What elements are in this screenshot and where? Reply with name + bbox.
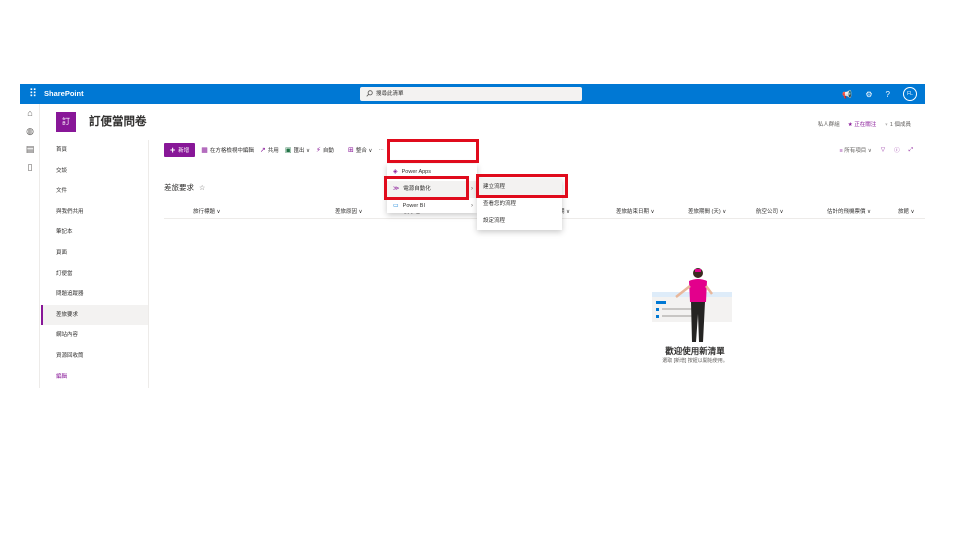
export-button[interactable]: ▣ 匯出 ∨ [285, 146, 310, 154]
highlight-integrate [387, 139, 479, 163]
chevron-right-icon: › [471, 203, 473, 209]
menu-item-see-your-flows[interactable]: 查看您的流程 [477, 196, 562, 213]
share-icon: ↗ [259, 147, 266, 154]
left-navigation: 首頁 交談 文件 與我們共用 筆記本 頁面 訂便當 問題追蹤器 差旅要求 網站內… [41, 140, 149, 388]
empty-state-title: 歡迎使用新清單 [665, 346, 725, 356]
power-apps-icon: ◈ [393, 169, 398, 175]
filter-icon[interactable]: ▽ [881, 147, 885, 153]
list-title-block: 差旅要求 ☆ [164, 182, 205, 193]
power-bi-icon: ▭ [393, 203, 399, 209]
members-button[interactable]: ♀ 1 個成員 [884, 120, 911, 128]
menu-item-configure-flows[interactable]: 設定流程 [477, 213, 562, 230]
home-icon[interactable]: ⌂ [20, 104, 40, 122]
power-apps-label: Power Apps [401, 169, 431, 175]
grid-icon: ▦ [201, 147, 208, 154]
chevron-right-icon: › [471, 186, 473, 192]
avatar[interactable]: FL [903, 87, 917, 101]
app-launcher-icon[interactable]: ⠿ [26, 87, 40, 101]
suite-bar: ⠿ SharePoint 搜尋此清單 📢 ⚙ ? FL [20, 84, 925, 104]
help-icon[interactable]: ? [886, 90, 890, 99]
globe-icon[interactable]: ◍ [20, 122, 40, 140]
integrate-button[interactable]: ⊞ 整合 ∨ [348, 146, 372, 154]
automate-button[interactable]: ⚡ 自動 [316, 146, 334, 154]
col-travel-reason[interactable]: 差旅原因 ∨ [335, 207, 363, 215]
search-box[interactable]: 搜尋此清單 [360, 87, 582, 101]
col-end-date[interactable]: 差旅結束日期 ∨ [616, 207, 655, 215]
nav-item-home[interactable]: 首頁 [41, 140, 148, 161]
grid-edit-label: 在方格檢視中編輯 [209, 148, 254, 154]
grid-edit-button[interactable]: ▦ 在方格檢視中編輯 [201, 146, 254, 154]
search-icon [366, 90, 373, 97]
megaphone-icon[interactable]: 📢 [842, 90, 852, 99]
nav-item-notebook[interactable]: 筆記本 [41, 222, 148, 243]
settings-icon[interactable]: ⚙ [865, 90, 872, 99]
highlight-create-flow [476, 174, 568, 198]
view-label: 所有項目 ∨ [844, 148, 872, 154]
site-tools: 私人群組 ★ 正在關注 ♀ 1 個成員 [818, 120, 911, 128]
document-icon[interactable]: ▯ [20, 158, 40, 176]
command-bar-right: ≡ 所有項目 ∨ ▽ ⓘ ⤢ [840, 146, 913, 155]
site-title[interactable]: 訂便當問卷 [89, 114, 147, 130]
nav-item-documents[interactable]: 文件 [41, 181, 148, 202]
col-airline[interactable]: 航空公司 ∨ [756, 207, 784, 215]
menu-item-power-bi[interactable]: ▭ Power BI › [387, 198, 477, 215]
col-hotel[interactable]: 旅館 ∨ [898, 207, 915, 215]
more-button[interactable]: ··· [378, 147, 384, 153]
list-title: 差旅要求 [164, 183, 194, 192]
nav-item-shared-with-us[interactable]: 與我們共用 [41, 202, 148, 223]
nav-item-conversations[interactable]: 交談 [41, 161, 148, 182]
favorite-star-icon[interactable]: ☆ [199, 185, 205, 192]
empty-list-illustration [652, 268, 732, 342]
nav-item-lunch-orders[interactable]: 訂便當 [41, 264, 148, 285]
nav-item-issue-tracker[interactable]: 問題追蹤器 [41, 284, 148, 305]
nav-item-travel-requests[interactable]: 差旅要求 [41, 304, 148, 326]
news-icon[interactable]: ▤ [20, 140, 40, 158]
share-button[interactable]: ↗ 共用 [260, 146, 279, 154]
expand-icon[interactable]: ⤢ [909, 147, 913, 154]
group-privacy: 私人群組 [817, 122, 840, 128]
new-button[interactable]: + 新增 [164, 143, 196, 157]
app-name[interactable]: SharePoint [44, 88, 84, 100]
integrate-icon: ⊞ [347, 147, 354, 154]
excel-icon: ▣ [284, 147, 292, 154]
nav-item-pages[interactable]: 頁面 [41, 243, 148, 264]
nav-edit-link[interactable]: 編輯 [41, 367, 148, 388]
view-selector[interactable]: ≡ 所有項目 ∨ [840, 146, 872, 154]
suite-icons: 📢 ⚙ ? FL [842, 86, 917, 102]
automate-label: 自動 [322, 148, 334, 154]
col-airfare[interactable]: 估計的飛機票價 ∨ [827, 207, 871, 215]
automate-icon: ⚡ [316, 147, 321, 154]
new-button-label: 新增 [178, 148, 190, 154]
highlight-power-automate [384, 176, 469, 200]
share-label: 共用 [267, 148, 279, 154]
plus-icon: + [170, 145, 176, 155]
command-bar: + 新增 ▦ 在方格檢視中編輯 ↗ 共用 ▣ 匯出 ∨ ⚡ 自動 ⊞ 整合 ∨ ··· [164, 142, 384, 158]
export-label: 匯出 ∨ [293, 148, 310, 154]
left-rail: ⌂ ◍ ▤ ▯ [20, 104, 40, 388]
empty-state-subtitle: 選取 [新增] 按鈕以開始使用。 [662, 358, 728, 364]
sharepoint-window: ⠿ SharePoint 搜尋此清單 📢 ⚙ ? FL ⌂ ◍ ▤ ▯ 訂 訂便… [20, 84, 925, 388]
search-placeholder: 搜尋此清單 [376, 91, 404, 97]
site-logo[interactable]: 訂 [56, 112, 76, 132]
col-duration[interactable]: 差旅期間 (天) ∨ [688, 207, 726, 215]
follow-button[interactable]: ★ 正在關注 [848, 120, 876, 128]
power-bi-label: Power BI [402, 203, 425, 209]
integrate-label: 整合 ∨ [355, 148, 373, 154]
nav-item-recycle-bin[interactable]: 資源回收筒 [41, 346, 148, 367]
nav-item-site-contents[interactable]: 網站內容 [41, 325, 148, 346]
col-trip-title[interactable]: 旅行標題 ∨ [193, 207, 221, 215]
info-icon[interactable]: ⓘ [894, 146, 900, 154]
